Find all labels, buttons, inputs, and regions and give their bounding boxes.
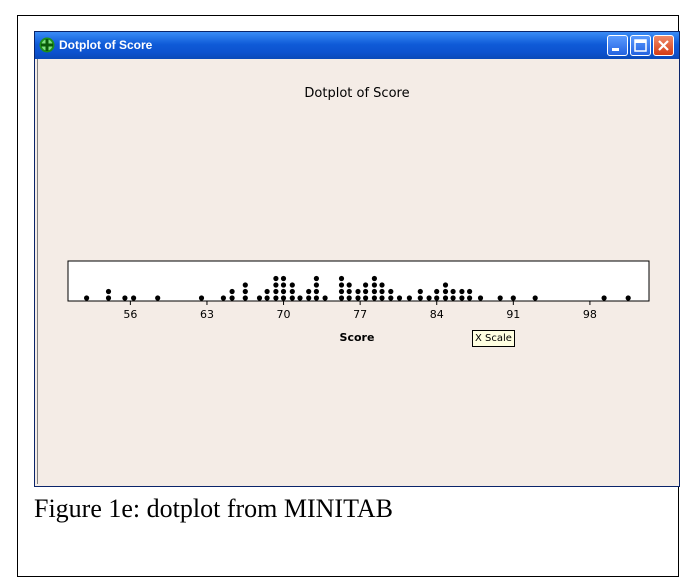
data-dot [229, 288, 235, 295]
data-dot [396, 295, 403, 301]
data-dot [346, 282, 352, 288]
data-dot [379, 295, 385, 301]
data-dot [371, 282, 377, 288]
data-dot [467, 288, 473, 295]
data-dot [220, 295, 226, 301]
data-dot [388, 288, 394, 295]
data-dot [256, 295, 263, 301]
data-dot [459, 295, 465, 301]
data-dot [450, 295, 456, 301]
data-dot [406, 295, 412, 301]
data-dot [379, 288, 385, 295]
x-tick-label: 91 [506, 308, 520, 321]
data-dot [280, 295, 287, 301]
data-dot [242, 282, 248, 288]
data-dot [229, 295, 235, 301]
data-dot [477, 295, 484, 301]
data-dot [313, 275, 319, 282]
data-dot [355, 288, 361, 295]
data-dot [155, 295, 161, 301]
data-dot [497, 295, 503, 301]
data-dot [242, 288, 248, 295]
data-dot [313, 295, 319, 301]
data-dot [388, 295, 394, 301]
data-dot [280, 275, 287, 282]
data-dot [355, 295, 361, 301]
data-dot [122, 295, 128, 301]
data-dot [338, 288, 345, 295]
data-dot [371, 288, 377, 295]
data-dot [289, 288, 295, 295]
data-dot [242, 295, 248, 301]
data-dot [346, 288, 352, 295]
x-axis-label: Score [340, 331, 375, 344]
data-dot [273, 275, 279, 282]
data-dot [84, 295, 90, 301]
data-dot [346, 295, 352, 301]
x-tick-label: 84 [430, 308, 444, 321]
data-dot [450, 288, 456, 295]
data-dot [601, 295, 607, 301]
data-dot [338, 282, 345, 288]
data-dot [264, 288, 270, 295]
data-dot [434, 288, 440, 295]
x-tick-label: 77 [353, 308, 367, 321]
data-dot [105, 288, 112, 295]
data-dot [289, 295, 295, 301]
data-dot [338, 295, 345, 301]
data-dot [297, 295, 303, 301]
data-dot [363, 282, 369, 288]
data-dot [363, 288, 369, 295]
chart-title: Dotplot of Score [304, 86, 409, 101]
data-dot [379, 282, 385, 288]
data-dot [198, 295, 205, 301]
x-tick-label: 63 [200, 308, 214, 321]
data-dot [625, 295, 631, 301]
x-tick-label: 70 [277, 308, 291, 321]
data-dot [467, 295, 473, 301]
data-dot [363, 295, 369, 301]
data-dot [459, 288, 465, 295]
data-dot [417, 288, 423, 295]
data-dot [273, 295, 279, 301]
data-dot [131, 295, 137, 301]
data-dot [371, 275, 377, 282]
data-dot [371, 295, 377, 301]
data-dot [442, 288, 449, 295]
data-dot [306, 295, 312, 301]
data-dot [338, 275, 345, 282]
data-dot [442, 295, 449, 301]
figure-caption: Figure 1e: dotplot from MINITAB [34, 494, 393, 523]
data-dot [105, 295, 112, 301]
x-tick-label: 56 [123, 308, 137, 321]
data-dot [532, 295, 538, 301]
data-dot [313, 282, 319, 288]
data-dot [280, 282, 287, 288]
data-dot [417, 295, 423, 301]
data-dot [434, 295, 440, 301]
data-dot [510, 295, 516, 301]
data-dot [306, 288, 312, 295]
data-dot [426, 295, 432, 301]
data-dot [273, 282, 279, 288]
x-scale-tooltip: X Scale [472, 330, 515, 347]
data-dot [280, 288, 287, 295]
data-dot [273, 288, 279, 295]
plot-area[interactable] [67, 260, 650, 302]
data-dot [264, 295, 270, 301]
data-dot [313, 288, 319, 295]
x-tick-label: 98 [583, 308, 597, 321]
data-dot [442, 282, 449, 288]
data-dot [289, 282, 295, 288]
data-dot [322, 295, 328, 301]
